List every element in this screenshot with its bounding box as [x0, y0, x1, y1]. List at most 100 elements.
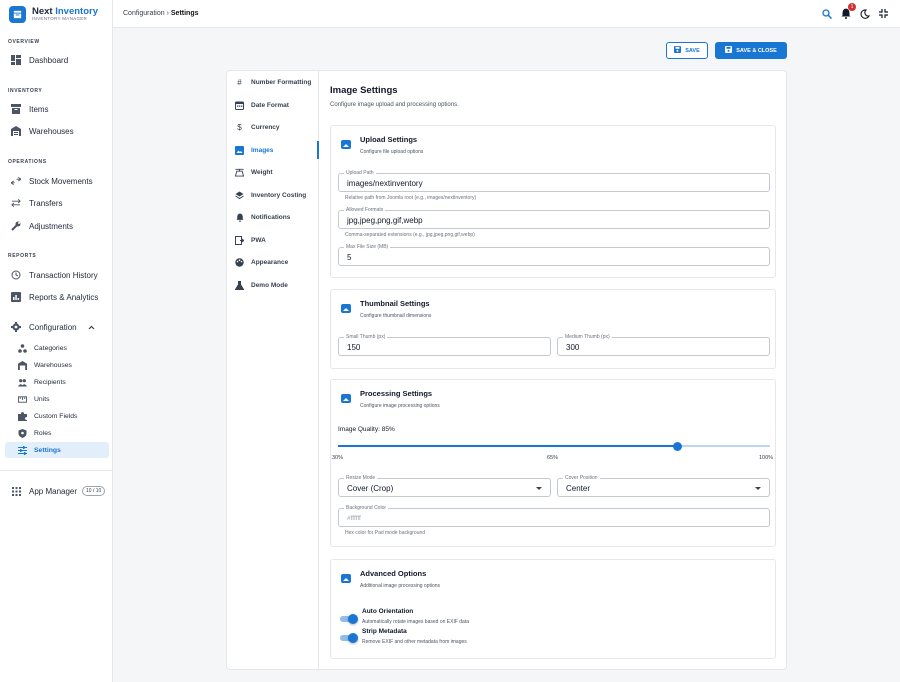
page-description: Configure image upload and processing op…	[330, 102, 459, 108]
strip-metadata-toggle[interactable]	[340, 633, 358, 643]
sidebar-item-adjustments[interactable]: Adjustments	[0, 217, 113, 235]
medium-thumb-field[interactable]: Medium Thumb (px) 300	[557, 334, 770, 356]
apps-grid-icon	[11, 486, 21, 496]
history-icon	[11, 270, 21, 280]
warehouse-icon	[11, 126, 21, 136]
settings-nav-appearance[interactable]: Appearance	[227, 253, 319, 271]
settings-nav: # Number Formatting Date Format $ Curren…	[227, 71, 319, 671]
resize-mode-select[interactable]: Resize Mode Cover (Crop)	[338, 475, 551, 497]
settings-nav-pwa[interactable]: PWA	[227, 231, 319, 249]
settings-nav-currency[interactable]: $ Currency	[227, 118, 319, 136]
slider-mark-min: 30%	[332, 455, 344, 461]
sidebar-item-items[interactable]: Items	[0, 100, 113, 118]
sidebar-item-configuration[interactable]: Configuration	[0, 318, 113, 336]
sidebar-item-categories[interactable]: Categories	[5, 340, 109, 356]
gear-icon	[11, 322, 21, 332]
slider-fill	[338, 445, 678, 447]
strip-metadata-title: Strip Metadata	[362, 628, 407, 635]
sidebar-item-transfers[interactable]: Transfers	[0, 194, 113, 212]
notification-bell-icon[interactable]: 1	[841, 3, 856, 21]
allowed-formats-field[interactable]: Allowed Formats jpg,jpeg,png,gif,webp	[338, 207, 770, 229]
sidebar: Next Inventory INVENTORY MANAGER OVERVIE…	[0, 0, 113, 682]
save-button[interactable]: SAVE	[666, 42, 708, 59]
image-icon	[235, 145, 244, 155]
chart-icon	[11, 292, 21, 302]
thumbnail-settings-card: Thumbnail Settings Configure thumbnail d…	[330, 289, 776, 369]
allowed-formats-help: Comma-separated extensions (e.g., jpg,jp…	[345, 232, 475, 238]
sidebar-item-units[interactable]: Units	[5, 391, 109, 407]
brand-title: Next Inventory	[32, 5, 98, 17]
sidebar-item-stock-movements[interactable]: Stock Movements	[0, 172, 113, 190]
settings-nav-number-formatting[interactable]: # Number Formatting	[227, 73, 319, 91]
sidebar-item-warehouses[interactable]: Warehouses	[0, 122, 113, 140]
people-icon	[18, 378, 27, 387]
card-title: Advanced Options	[360, 569, 427, 578]
sidebar-item-recipients[interactable]: Recipients	[5, 374, 109, 390]
settings-nav-demo-mode[interactable]: Demo Mode	[227, 276, 319, 294]
slider-mark-max: 100%	[759, 455, 774, 461]
card-title: Thumbnail Settings	[360, 299, 430, 308]
slider-thumb[interactable]	[672, 441, 682, 451]
shield-icon	[18, 428, 27, 438]
image-quality-label: Image Quality: 85%	[338, 426, 395, 433]
sidebar-item-label: Transfers	[29, 198, 63, 208]
sidebar-item-label: Settings	[34, 446, 61, 454]
sidebar-item-reports-analytics[interactable]: Reports & Analytics	[0, 288, 113, 306]
sidebar-item-label: Stock Movements	[29, 176, 93, 186]
dollar-icon: $	[237, 122, 242, 132]
search-icon[interactable]	[822, 8, 833, 21]
auto-orientation-toggle[interactable]	[340, 614, 358, 624]
background-color-field[interactable]: Background Color #ffffff	[338, 505, 770, 527]
processing-settings-card: Processing Settings Configure image proc…	[330, 379, 776, 547]
dashboard-icon	[11, 55, 21, 65]
stock-movement-icon	[11, 176, 21, 186]
sidebar-item-app-manager[interactable]: App Manager 10 / 10	[0, 482, 113, 500]
puzzle-icon	[18, 411, 27, 421]
chevron-up-icon[interactable]	[88, 323, 95, 332]
toggle-knob	[348, 614, 358, 624]
sidebar-item-settings[interactable]: Settings	[5, 442, 109, 458]
upload-path-field[interactable]: Upload Path images/nextinventory	[338, 170, 770, 192]
sidebar-divider	[0, 470, 113, 471]
fullscreen-icon[interactable]	[879, 9, 888, 20]
breadcrumb-parent[interactable]: Configuration	[123, 10, 165, 17]
settings-nav-notifications[interactable]: Notifications	[227, 208, 319, 226]
upload-path-help: Relative path from Joomla root (e.g., im…	[345, 195, 477, 201]
sidebar-item-roles[interactable]: Roles	[5, 425, 109, 441]
sidebar-item-transaction-history[interactable]: Transaction History	[0, 266, 113, 284]
wrench-icon	[11, 221, 21, 231]
settings-nav-date-format[interactable]: Date Format	[227, 96, 319, 114]
app-count-badge: 10 / 10	[82, 486, 106, 496]
scale-icon	[235, 168, 244, 177]
advanced-options-card: Advanced Options Additional image proces…	[330, 559, 776, 659]
sidebar-item-label: Adjustments	[29, 221, 74, 231]
card-subtitle: Configure file upload options	[360, 149, 424, 155]
card-title: Processing Settings	[360, 389, 433, 398]
card-subtitle: Configure thumbnail dimensions	[360, 313, 432, 319]
max-file-size-field[interactable]: Max File Size (MB) 5	[338, 244, 770, 266]
settings-nav-weight[interactable]: Weight	[227, 163, 319, 181]
settings-nav-inventory-costing[interactable]: Inventory Costing	[227, 186, 319, 204]
sidebar-item-config-warehouses[interactable]: Warehouses	[5, 357, 109, 373]
brand[interactable]: Next Inventory INVENTORY MANAGER	[0, 0, 112, 28]
section-operations: OPERATIONS	[8, 159, 47, 165]
save-icon	[674, 46, 682, 55]
small-thumb-field[interactable]: Small Thumb (px) 150	[338, 334, 551, 356]
cover-position-select[interactable]: Cover Position Center	[557, 475, 770, 497]
section-overview: OVERVIEW	[8, 39, 40, 45]
image-quality-slider[interactable]	[338, 445, 770, 447]
sidebar-item-label: App Manager	[29, 486, 78, 496]
sidebar-item-custom-fields[interactable]: Custom Fields	[5, 408, 109, 424]
dark-mode-icon[interactable]	[860, 8, 870, 21]
card-title: Upload Settings	[360, 135, 418, 144]
sidebar-item-label: Items	[29, 104, 49, 114]
inventory-box-icon	[11, 104, 21, 114]
image-icon	[341, 140, 351, 149]
save-close-button[interactable]: SAVE & CLOSE	[715, 42, 787, 59]
card-subtitle: Configure image processing options	[360, 403, 440, 409]
sidebar-item-dashboard[interactable]: Dashboard	[0, 51, 113, 69]
settings-nav-images[interactable]: Images	[227, 141, 319, 159]
breadcrumb: Configuration › Settings	[123, 10, 199, 17]
tune-sliders-icon	[18, 445, 27, 455]
page-title: Image Settings	[330, 85, 398, 96]
